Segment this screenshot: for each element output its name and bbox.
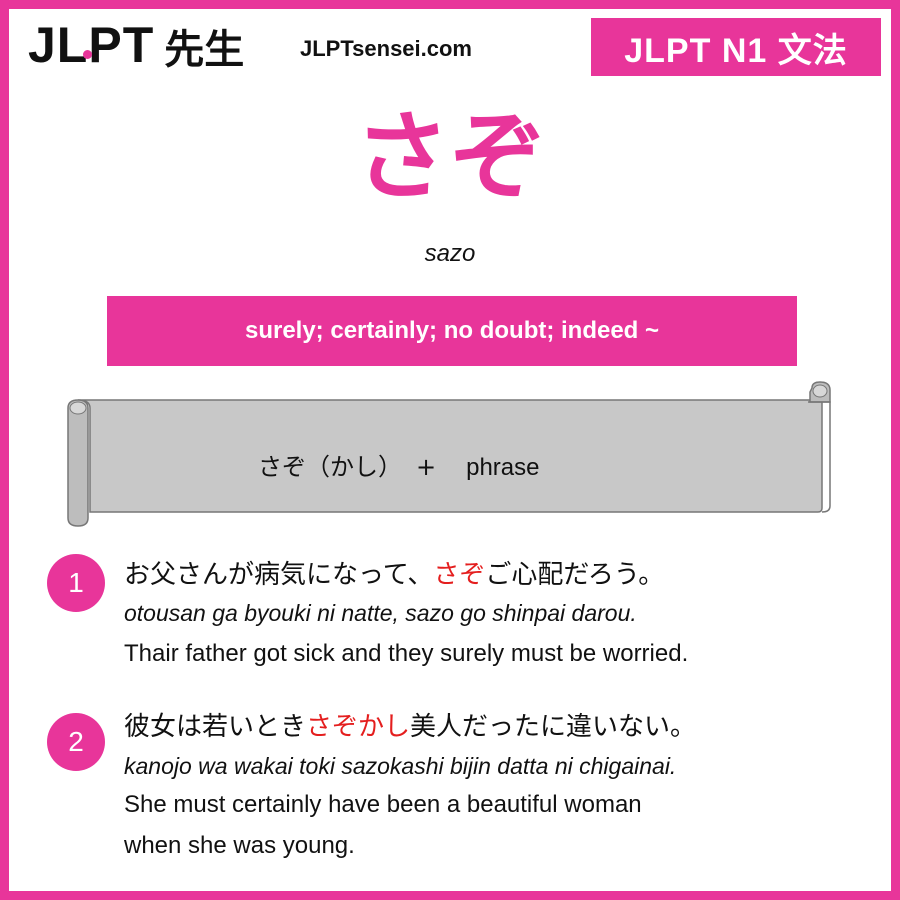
example-japanese: お父さんが病気になって、さぞご心配だろう。: [124, 554, 664, 591]
grammar-title: さぞ: [354, 101, 546, 213]
site-logo[interactable]: JLPT 先生: [28, 20, 244, 70]
site-url-link[interactable]: JLPTsensei.com: [300, 36, 472, 62]
example-jp-before: お父さんが病気になって、: [124, 560, 434, 590]
example-number: 2: [68, 726, 84, 757]
meaning-banner: surely; certainly; no doubt; indeed ~: [107, 296, 797, 366]
example-number: 1: [68, 567, 84, 598]
meaning-text: surely; certainly; no doubt; indeed ~: [244, 317, 660, 344]
example-romaji: kanojo wa wakai toki sazokashi bijin dat…: [124, 753, 677, 779]
formula-plus: +: [416, 453, 437, 481]
example-japanese: 彼女は若いときさぞかし美人だったに違いない。: [124, 706, 696, 743]
example-english: She must certainly have been a beautiful…: [124, 791, 642, 818]
example-number-badge: 2: [47, 713, 105, 771]
example-jp-highlight: さぞ: [433, 560, 486, 590]
logo-jlpt-text: JLPT: [28, 17, 155, 73]
level-badge: JLPT N1 文法: [591, 18, 881, 76]
logo-dot-icon: [83, 50, 92, 59]
grammar-romaji: sazo: [424, 240, 476, 267]
example-english-line-2: when she was young.: [124, 832, 355, 859]
logo-sensei-text: 先生: [164, 28, 245, 72]
example-number-badge: 1: [47, 554, 105, 612]
example-jp-before: 彼女は若いとき: [124, 712, 307, 742]
example-jp-highlight: さぞかし: [306, 712, 411, 742]
example-jp-after: 美人だったに違いない。: [410, 712, 697, 742]
formula: さぞ（かし） + phrase: [258, 447, 540, 482]
formula-phrase: phrase: [466, 454, 540, 481]
example-english: Thair father got sick and they surely mu…: [124, 640, 689, 667]
formula-pattern: さぞ（かし）: [258, 453, 402, 481]
example-romaji: otousan ga byouki ni natte, sazo go shin…: [124, 600, 637, 626]
example-jp-after: ご心配だろう。: [485, 560, 665, 590]
